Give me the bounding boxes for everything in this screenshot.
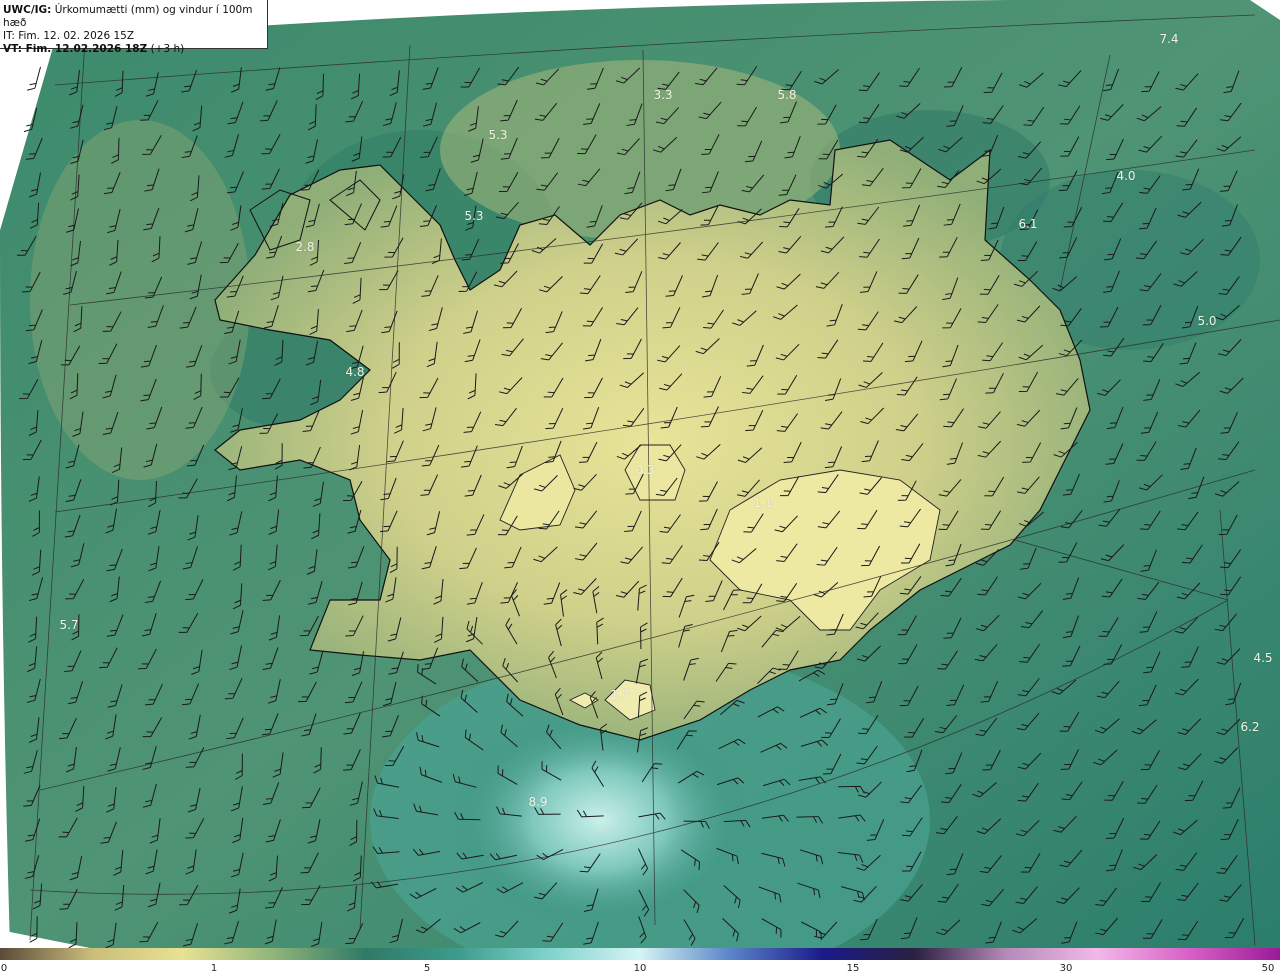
value-label: 8.9 (528, 795, 548, 809)
valid-time: VT: Fim. 12.02.2026 18Z (3, 43, 148, 55)
value-label: 4.5 (1253, 651, 1273, 665)
colorbar-tick: 10 (633, 963, 647, 974)
value-label: 5.8 (777, 88, 797, 102)
value-label: 4.0 (1116, 169, 1136, 183)
valid-offset: (+3 h) (150, 43, 185, 55)
value-label: 6.1 (1018, 217, 1038, 231)
value-label: 3.3 (653, 88, 673, 102)
value-label: 4.8 (345, 365, 365, 379)
product-code: UWC/IG: (3, 4, 52, 16)
value-label: 7.4 (1159, 32, 1179, 46)
colorbar-tick: 50 (1261, 963, 1275, 974)
value-label: 5.3 (488, 128, 508, 142)
value-label: 1.7 (610, 688, 630, 702)
value-label: 1.1 (753, 496, 773, 510)
value-label: 5.0 (1197, 314, 1217, 328)
value-label: 5.7 (59, 618, 79, 632)
colorbar-tick: 30 (1059, 963, 1073, 974)
precipitation-colorbar (0, 948, 1280, 960)
value-label: 6.2 (1240, 720, 1260, 734)
map-header: UWC/IG: Úrkomumætti (mm) og vindur í 100… (0, 0, 268, 55)
value-label: 5.3 (464, 209, 484, 223)
colorbar-tick: 15 (846, 963, 860, 974)
colorbar-tick: 0 (0, 963, 8, 974)
colorbar-tick: 1 (210, 963, 218, 974)
value-label: 0.3 (635, 463, 655, 477)
value-label: 2.8 (295, 240, 315, 254)
colorbar-tick: 5 (423, 963, 431, 974)
init-time: IT: Fim. 12. 02. 2026 15Z (3, 30, 135, 42)
